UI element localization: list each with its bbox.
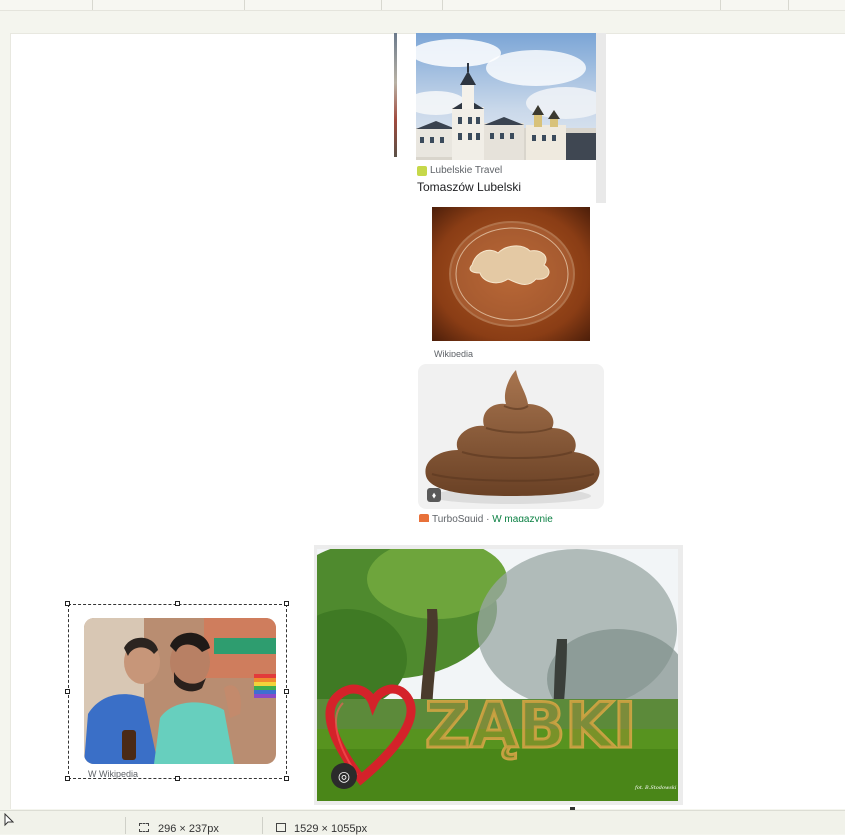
tag-icon: ⬧ <box>427 488 441 502</box>
resize-handle-left[interactable] <box>65 689 70 694</box>
resize-handle-bottom[interactable] <box>175 776 180 781</box>
image-size-icon <box>276 823 286 832</box>
tomaszow-town-hall-photo[interactable] <box>416 33 606 160</box>
scroll-edge <box>596 33 606 203</box>
toolbar-divider <box>244 0 245 10</box>
result-source[interactable]: Wikipedia <box>434 349 473 357</box>
status-bar: 296 × 237px 1529 × 1055px <box>0 810 845 835</box>
lubelskie-travel-icon <box>417 166 427 176</box>
selection-icon <box>139 823 149 832</box>
cursor-icon <box>4 813 14 827</box>
source-separator: · <box>483 514 493 522</box>
cropped-image-edge <box>394 33 397 157</box>
top-toolbar <box>0 0 845 11</box>
status-divider <box>125 817 126 834</box>
result-source[interactable]: Lubelskie Travel <box>430 165 502 176</box>
result-card-petri-dish[interactable]: Wikipedia <box>432 207 592 357</box>
toolbar-divider <box>788 0 789 10</box>
selection-size: 296 × 237px <box>158 823 219 835</box>
availability-label: W magazynie <box>492 514 553 522</box>
status-divider <box>262 817 263 834</box>
resize-handle-top-right[interactable] <box>284 601 289 606</box>
zabki-sign-photo[interactable]: ZĄBKI ZĄBKI fot. B.Stodowski ◎ <box>317 549 678 801</box>
toolbar-divider <box>381 0 382 10</box>
result-title[interactable]: Tomaszów Lubelski <box>417 180 521 194</box>
toolbar-divider <box>720 0 721 10</box>
result-card-3d-model[interactable]: ⬧ TurboSquid · W magazynie <box>418 364 606 522</box>
image-size: 1529 × 1055px <box>294 823 368 835</box>
toolbar-divider <box>92 0 93 10</box>
turbosquid-icon <box>419 514 429 522</box>
petri-dish-photo[interactable] <box>432 207 590 341</box>
photo-credit: fot. B.Stodowski <box>634 785 677 791</box>
resize-handle-bottom-left[interactable] <box>65 776 70 781</box>
result-source[interactable]: TurboSquid <box>432 514 483 522</box>
zabki-sign-fill: ZĄBKI <box>425 689 636 762</box>
result-card-tomaszow[interactable]: Lubelskie Travel Tomaszów Lubelski <box>416 33 606 203</box>
3d-model-photo[interactable]: ⬧ <box>418 364 604 509</box>
selection-box[interactable] <box>68 604 287 779</box>
toolbar-divider <box>442 0 443 10</box>
resize-handle-top-left[interactable] <box>65 601 70 606</box>
result-source[interactable]: Wikipedia <box>99 769 138 779</box>
resize-handle-right[interactable] <box>284 689 289 694</box>
resize-handle-top[interactable] <box>175 601 180 606</box>
resize-handle-bottom-right[interactable] <box>284 776 289 781</box>
camera-lens-icon[interactable]: ◎ <box>331 763 357 789</box>
wikipedia-icon: W <box>88 769 97 779</box>
